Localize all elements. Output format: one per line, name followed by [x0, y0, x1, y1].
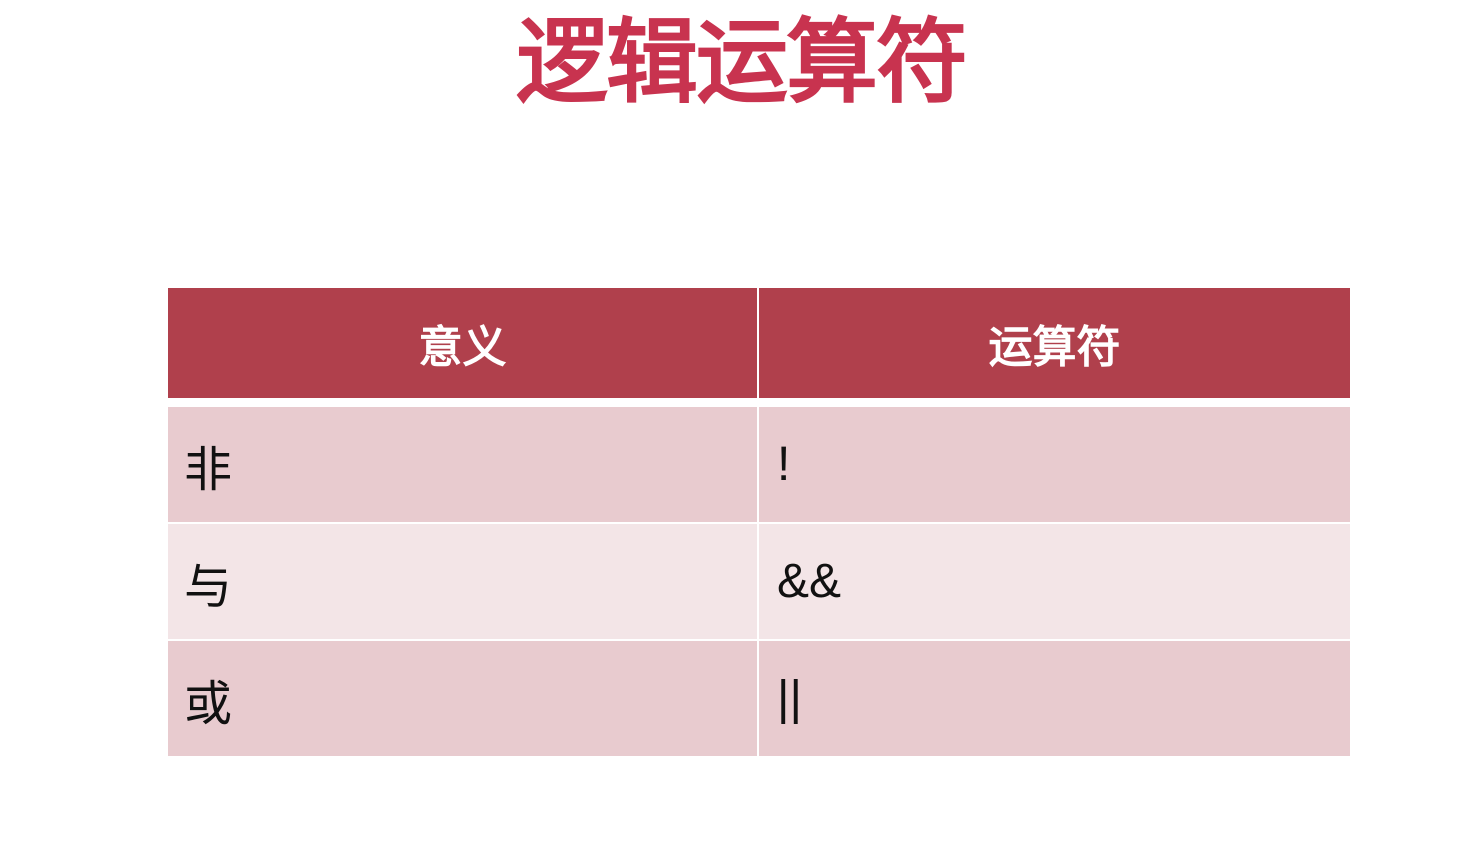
row-operator: &&: [759, 524, 1350, 639]
header-operator: 运算符: [759, 288, 1350, 398]
row-operator: ||: [759, 641, 1350, 756]
row-meaning: 非: [168, 407, 757, 522]
row-meaning: 与: [168, 524, 757, 639]
table-row: 与 &&: [168, 524, 1350, 639]
slide-title: 逻辑运算符: [515, 9, 968, 116]
table-row: 非 !: [168, 407, 1350, 522]
table-header-row: 意义 运算符: [168, 288, 1350, 398]
operators-table: 意义 运算符 非 ! 与 && 或 ||: [168, 288, 1350, 756]
row-meaning: 或: [168, 641, 757, 756]
row-operator: !: [759, 407, 1350, 522]
table-row: 或 ||: [168, 641, 1350, 756]
header-meaning: 意义: [168, 288, 757, 398]
